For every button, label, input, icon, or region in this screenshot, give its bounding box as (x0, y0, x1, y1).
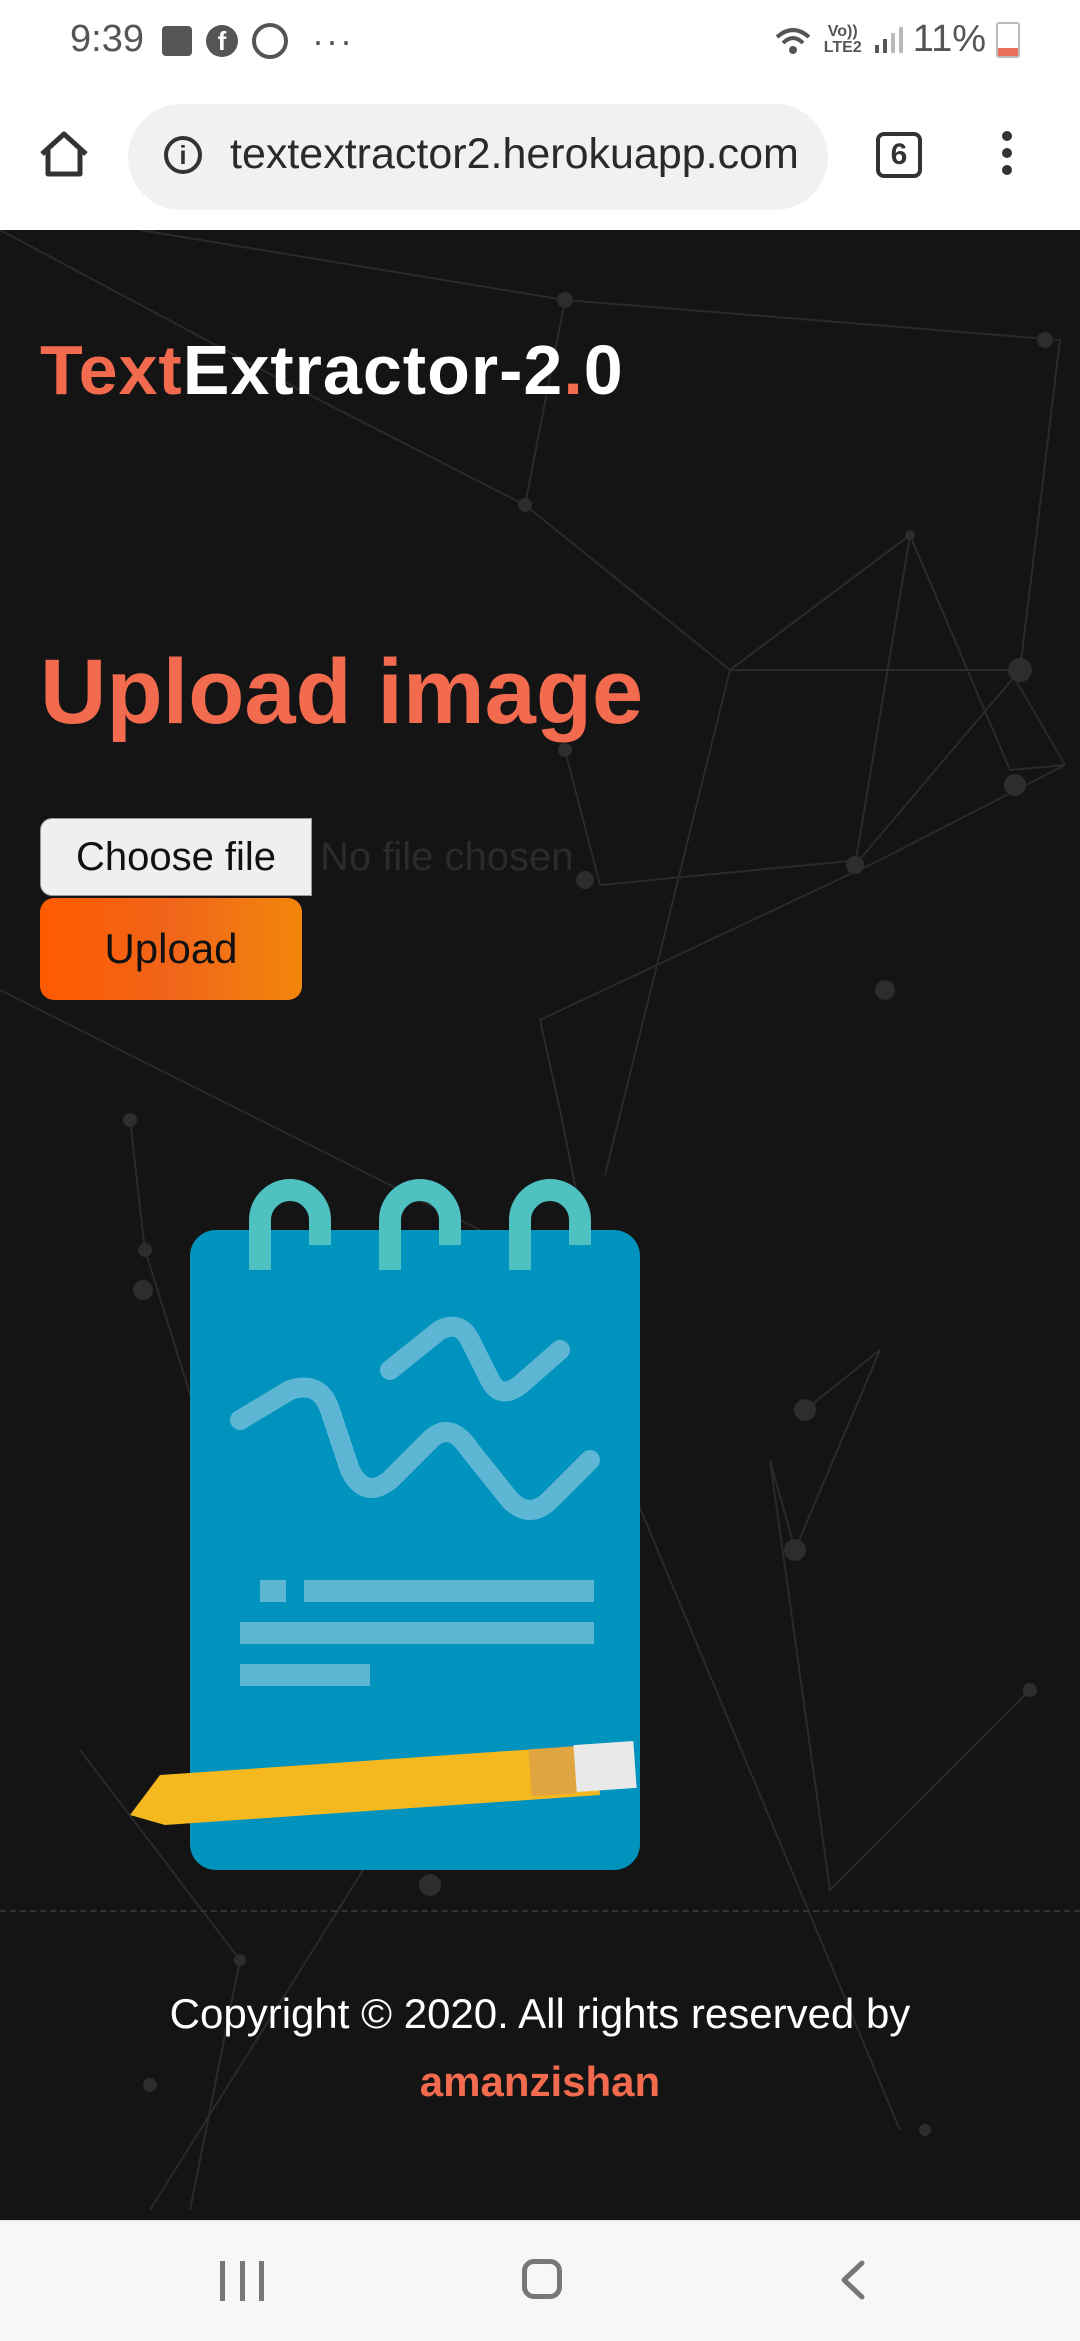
notification-icons: f ··· (162, 20, 354, 62)
wifi-icon (775, 27, 811, 54)
sync-icon (252, 23, 288, 59)
home-nav-icon[interactable] (522, 2259, 562, 2299)
battery-icon (996, 21, 1020, 58)
footer-copyright: Copyright © 2020. All rights reserved by (169, 1990, 911, 2037)
facebook-icon: f (206, 25, 238, 57)
image-icon (162, 26, 192, 56)
status-bar: 9:39 f ··· Vo)) LTE2 11% (0, 0, 1080, 82)
site-title-accent: Text (40, 331, 183, 409)
notepad-illustration (130, 1179, 640, 1870)
system-nav-bar (0, 2220, 1080, 2341)
site-title-main: Extractor-2 (182, 331, 564, 409)
site-title-dot: . (563, 331, 584, 409)
battery-percentage: 11% (912, 18, 986, 60)
status-time: 9:39 (70, 18, 144, 60)
upload-button[interactable]: Upload (40, 898, 302, 1000)
choose-file-button[interactable]: Choose file (40, 818, 312, 896)
file-input[interactable]: Choose file No file chosen (40, 818, 573, 896)
info-icon[interactable]: i (164, 136, 202, 174)
page-content: TextExtractor-2.0 Upload image Choose fi… (0, 230, 1080, 2220)
no-file-chosen-text: No file chosen (320, 834, 574, 879)
browser-toolbar: i textextractor2.herokuapp.com 6 (0, 82, 1080, 231)
tab-switcher-button[interactable]: 6 (876, 132, 922, 178)
signal-icon (874, 26, 903, 53)
more-notifications-icon: ··· (312, 20, 354, 61)
system-indicators: Vo)) LTE2 11% (773, 18, 1020, 61)
network-type-label: Vo)) LTE2 (823, 22, 862, 56)
home-icon[interactable] (36, 126, 92, 182)
site-title-end: 0 (583, 331, 624, 409)
address-bar[interactable]: i textextractor2.herokuapp.com (128, 104, 828, 210)
footer-author-link[interactable]: amanzishan (0, 2058, 1080, 2106)
back-icon[interactable] (832, 2257, 878, 2303)
footer-divider (0, 1910, 1080, 1912)
browser-menu-icon[interactable] (992, 126, 1022, 186)
url-text[interactable]: textextractor2.herokuapp.com (230, 130, 820, 179)
upload-heading: Upload image (40, 641, 644, 743)
recent-apps-icon[interactable] (220, 2261, 264, 2301)
site-title[interactable]: TextExtractor-2.0 (40, 330, 624, 410)
